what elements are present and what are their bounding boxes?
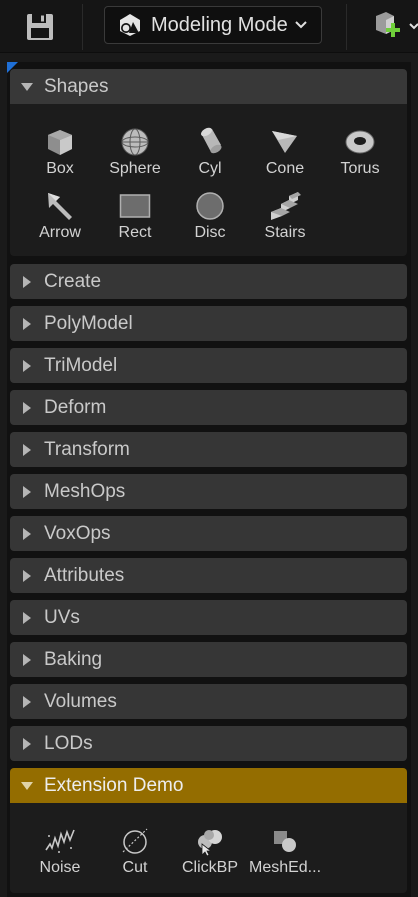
section-shapes-header[interactable]: Shapes [10,69,407,104]
tool-meshed[interactable]: MeshEd... [247,823,323,883]
section-label: Attributes [44,564,125,586]
tool-rect[interactable]: Rect [97,188,173,248]
section-voxops-header[interactable]: VoxOps [10,516,407,551]
tool-disc[interactable]: Disc [172,188,248,248]
arrow-icon [48,193,72,220]
section-uvs-header[interactable]: UVs [10,600,407,635]
tool-clickbp[interactable]: ClickBP [172,823,248,883]
tool-label: Box [46,160,74,177]
tool-label: Cone [265,160,305,177]
section-label: Shapes [44,75,109,97]
tool-cone[interactable]: Cone [247,124,323,184]
section-deform-header[interactable]: Deform [10,390,407,425]
section-label: LODs [44,732,93,754]
triangle-right-icon [10,359,44,373]
triangle-down-icon [10,82,44,92]
section-trimodel-header[interactable]: TriModel [10,348,407,383]
torus-icon [345,130,375,154]
tool-label: Arrow [39,224,81,241]
tool-label: Rect [118,224,152,241]
section-label: VoxOps [44,522,111,544]
tool-label: MeshEd... [248,859,322,876]
disc-icon [196,192,224,220]
section-polymodel-header[interactable]: PolyModel [10,306,407,341]
tool-label: Torus [340,160,380,177]
section-label: Deform [44,396,107,418]
noise-icon [45,829,75,853]
tool-sphere[interactable]: Sphere [97,124,173,184]
triangle-right-icon [10,527,44,541]
toolbar-separator [346,4,347,50]
modeling-mode-dropdown[interactable]: Modeling Mode [104,6,322,44]
add-actor-icon [376,12,418,37]
tool-label: Disc [194,224,226,241]
cone-icon [272,131,297,153]
tool-cut[interactable]: Cut [97,823,173,883]
tool-label: Cyl [198,160,222,177]
tool-arrow[interactable]: Arrow [22,188,98,248]
modeling-mode-icon [120,14,140,36]
section-label: Transform [44,438,130,460]
mode-label: Modeling Mode [151,13,288,36]
section-create-header[interactable]: Create [10,264,407,299]
tool-label: Cut [122,859,148,876]
rect-icon [119,194,151,218]
section-label: Volumes [44,690,117,712]
clickbp-icon [198,830,222,856]
save-icon [27,14,53,40]
tool-stairs[interactable]: Stairs [247,188,323,248]
section-meshops-header[interactable]: MeshOps [10,474,407,509]
tool-label: ClickBP [181,859,238,876]
triangle-right-icon [10,737,44,751]
triangle-right-icon [10,485,44,499]
tool-noise[interactable]: Noise [22,823,98,883]
chevron-down-icon [294,20,308,30]
triangle-right-icon [10,443,44,457]
cut-icon [122,828,148,854]
triangle-right-icon [10,569,44,583]
toolbar: Modeling Mode [0,0,418,53]
triangle-right-icon [10,401,44,415]
section-label: Extension Demo [44,774,184,796]
section-label: UVs [44,606,80,628]
section-label: PolyModel [44,312,133,334]
section-label: TriModel [44,354,118,376]
triangle-right-icon [10,275,44,289]
save-button[interactable] [20,10,60,44]
tool-cylinder[interactable]: Cyl [172,124,248,184]
section-transform-header[interactable]: Transform [10,432,407,467]
section-attributes-header[interactable]: Attributes [10,558,407,593]
section-label: Create [44,270,102,292]
cylinder-icon [201,127,222,154]
section-lods-header[interactable]: LODs [10,726,407,761]
add-content-button[interactable] [370,10,418,44]
section-extension-demo-body: Noise Cut ClickBP MeshEd... [10,803,407,893]
triangle-down-icon [10,781,44,791]
tool-label: Sphere [109,160,161,177]
stairs-icon [271,192,301,220]
section-volumes-header[interactable]: Volumes [10,684,407,719]
section-label: Baking [44,648,103,670]
section-shapes-body: Box Sphere Cyl Cone Torus Arrow Rect Dis… [10,104,407,256]
meshed-icon [274,831,296,852]
triangle-right-icon [10,611,44,625]
tool-box[interactable]: Box [22,124,98,184]
tool-label: Stairs [264,224,306,241]
box-icon [48,130,72,155]
toolbar-separator [82,4,83,50]
section-extension-demo-header[interactable]: Extension Demo [10,768,407,803]
section-baking-header[interactable]: Baking [10,642,407,677]
triangle-right-icon [10,317,44,331]
tool-label: Noise [39,859,81,876]
triangle-right-icon [10,695,44,709]
sphere-icon [121,128,149,156]
triangle-right-icon [10,653,44,667]
tool-torus[interactable]: Torus [322,124,398,184]
section-label: MeshOps [44,480,126,502]
